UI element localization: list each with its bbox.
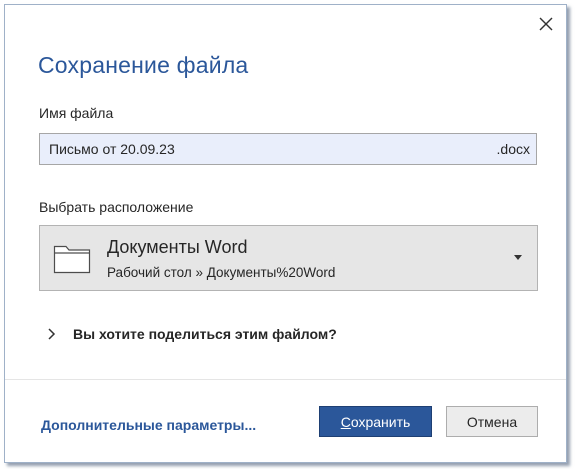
filename-value[interactable]: Письмо от 20.09.23	[49, 141, 175, 157]
more-options-link[interactable]: Дополнительные параметры...	[41, 417, 256, 433]
share-question[interactable]: Вы хотите поделиться этим файлом?	[73, 326, 337, 342]
folder-icon	[53, 245, 91, 274]
caret-down-icon[interactable]	[514, 255, 522, 260]
save-file-dialog: Сохранение файла Имя файла Письмо от 20.…	[4, 4, 567, 463]
filename-label: Имя файла	[39, 105, 114, 121]
share-expander[interactable]: Вы хотите поделиться этим файлом?	[47, 326, 337, 342]
filename-input[interactable]: Письмо от 20.09.23 .docx	[39, 133, 537, 165]
save-button[interactable]: Сохранить	[319, 406, 432, 437]
location-path: Рабочий стол » Документы%20Word	[107, 265, 336, 280]
save-label: охранить	[350, 413, 411, 430]
location-dropdown[interactable]: Документы Word Рабочий стол » Документы%…	[39, 225, 538, 291]
cancel-button[interactable]: Отмена	[446, 406, 538, 437]
dialog-title: Сохранение файла	[38, 52, 249, 78]
location-label: Выбрать расположение	[39, 199, 194, 215]
close-icon[interactable]	[536, 14, 556, 34]
save-accelerator: С	[340, 413, 351, 430]
location-name: Документы Word	[107, 237, 248, 257]
filename-extension: .docx	[496, 141, 530, 157]
chevron-right-icon[interactable]	[47, 327, 57, 341]
footer-divider	[5, 379, 566, 380]
